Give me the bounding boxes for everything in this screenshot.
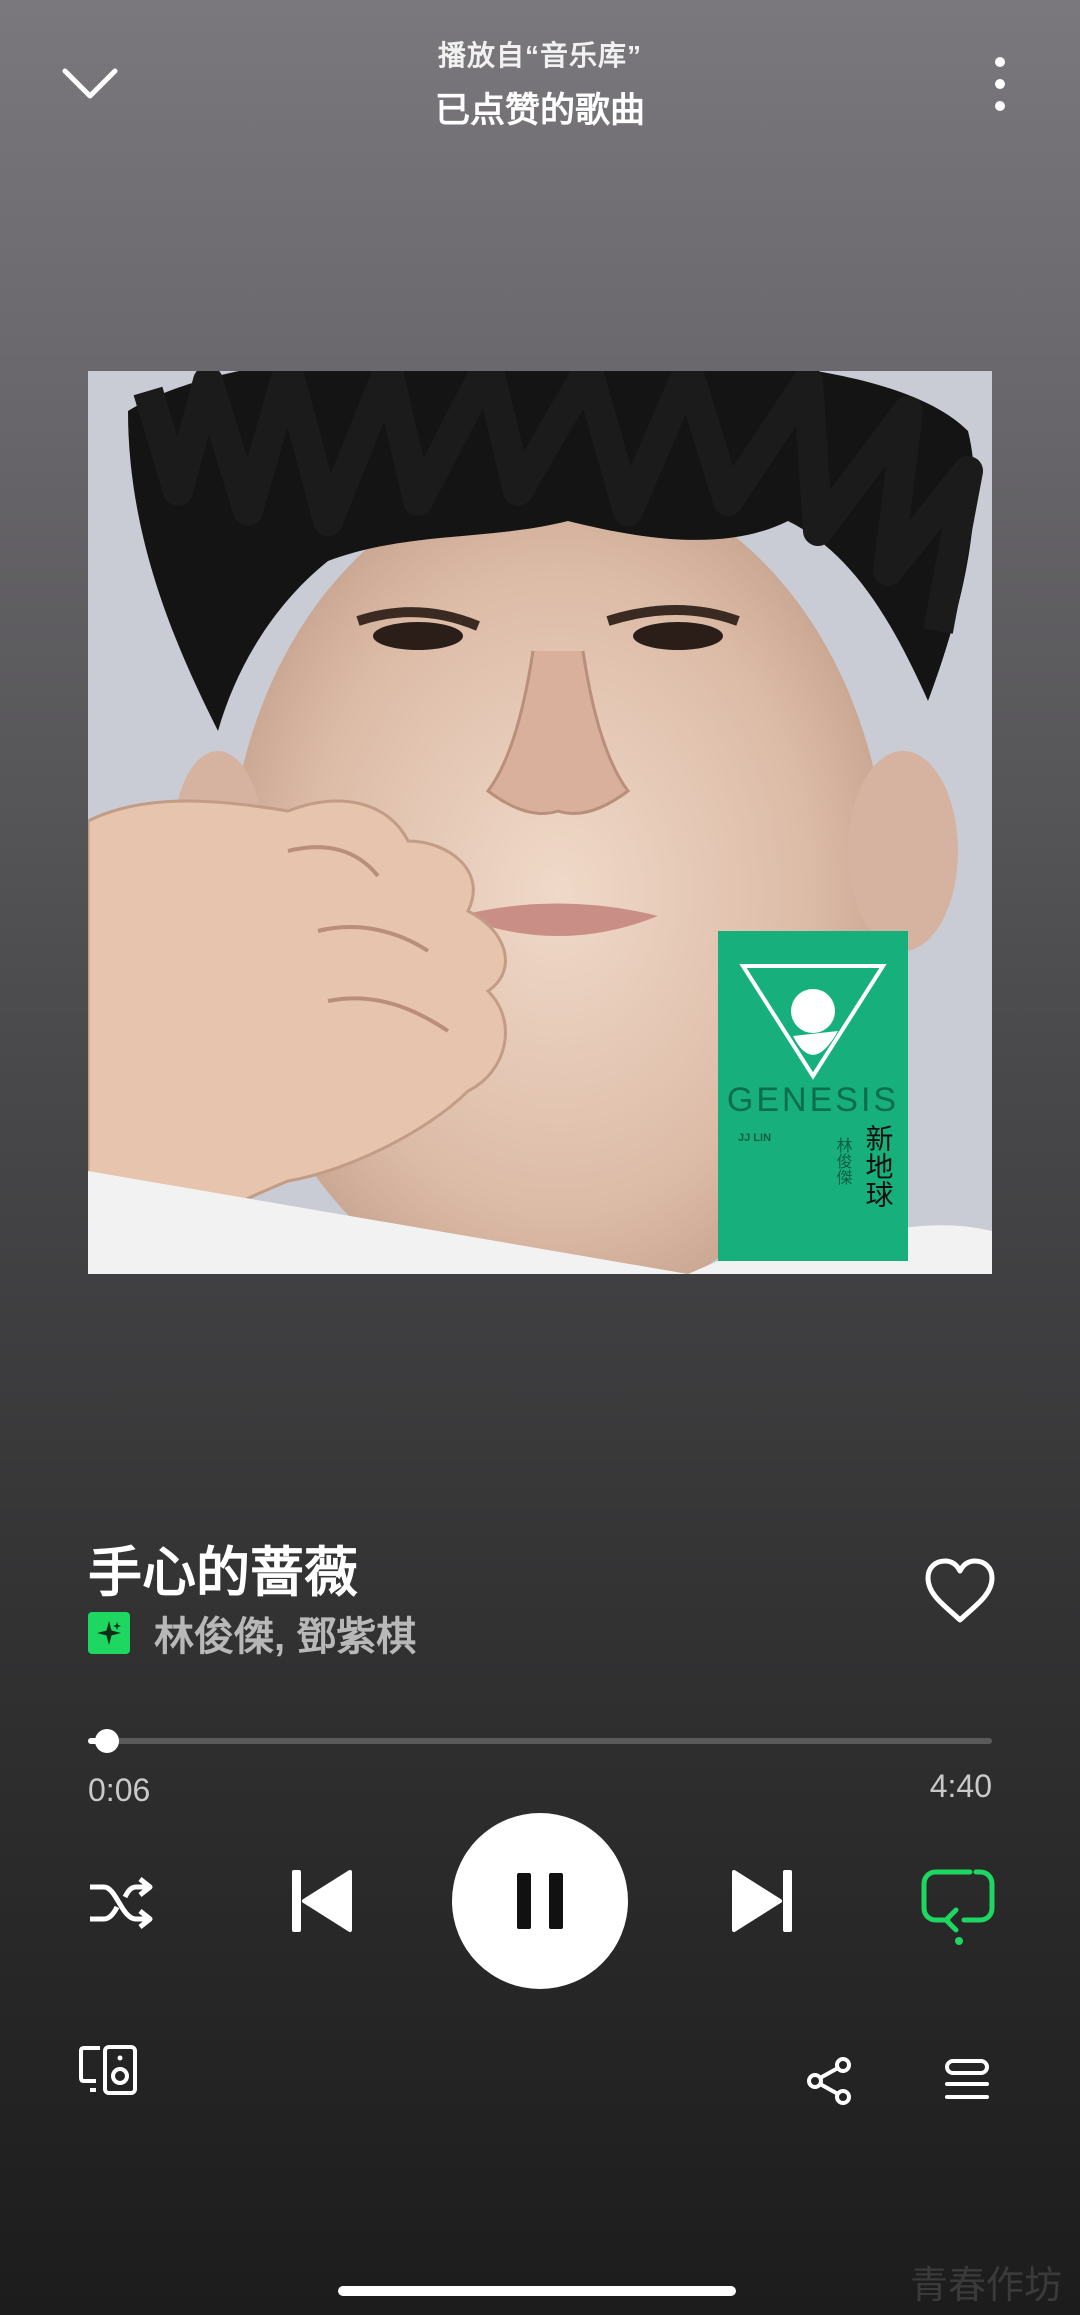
cover-artist-zh-text: 林俊傑 <box>834 1137 853 1185</box>
shuffle-button[interactable] <box>84 1866 158 1940</box>
now-playing-context: 播放自“音乐库” 已点赞的歌曲 <box>0 34 1080 133</box>
cover-title-text: GENESIS <box>727 1081 899 1119</box>
liked-songs-badge-icon <box>88 1612 130 1654</box>
pause-icon <box>517 1873 563 1929</box>
skip-previous-icon <box>292 1870 352 1932</box>
total-time: 4:40 <box>929 1768 992 1804</box>
track-artist[interactable]: 林俊傑, 鄧紫棋 <box>154 1604 416 1662</box>
devices-speaker-icon <box>79 2045 137 2095</box>
heart-outline-icon <box>925 1558 995 1623</box>
context-title: 已点赞的歌曲 <box>434 91 645 130</box>
share-icon <box>807 2057 851 2105</box>
progress-bar[interactable] <box>88 1738 992 1744</box>
skip-next-icon <box>732 1870 792 1932</box>
elapsed-time: 0:06 <box>88 1772 151 1808</box>
queue-icon <box>945 2059 989 2099</box>
more-vertical-icon <box>995 57 1005 111</box>
repeat-icon <box>921 1869 995 1945</box>
cover-title-zh-text: 新地球 <box>862 1124 895 1208</box>
play-pause-button[interactable] <box>452 1813 628 1989</box>
like-button[interactable] <box>922 1556 998 1626</box>
artist-row[interactable]: 林俊傑, 鄧紫棋 <box>88 1604 416 1662</box>
progress-thumb[interactable] <box>94 1729 119 1753</box>
shuffle-icon <box>90 1877 153 1929</box>
next-track-button[interactable] <box>722 1861 802 1941</box>
connect-devices-button[interactable] <box>78 2044 140 2098</box>
context-subtitle: 播放自“音乐库” <box>437 40 642 71</box>
track-title: 手心的蔷薇 <box>88 1543 358 1603</box>
repeat-button[interactable] <box>918 1864 1000 1946</box>
share-button[interactable] <box>802 2054 858 2108</box>
previous-track-button[interactable] <box>282 1861 362 1941</box>
album-artwork: GENESIS JJ LIN 新地球 林俊傑 <box>88 371 992 1274</box>
home-indicator[interactable] <box>338 2286 736 2296</box>
more-options-button[interactable] <box>960 44 1040 124</box>
cover-artist-en-text: JJ LIN <box>738 1132 771 1144</box>
queue-button[interactable] <box>942 2056 992 2104</box>
watermark-text: 青春作坊 <box>909 2263 1062 2307</box>
